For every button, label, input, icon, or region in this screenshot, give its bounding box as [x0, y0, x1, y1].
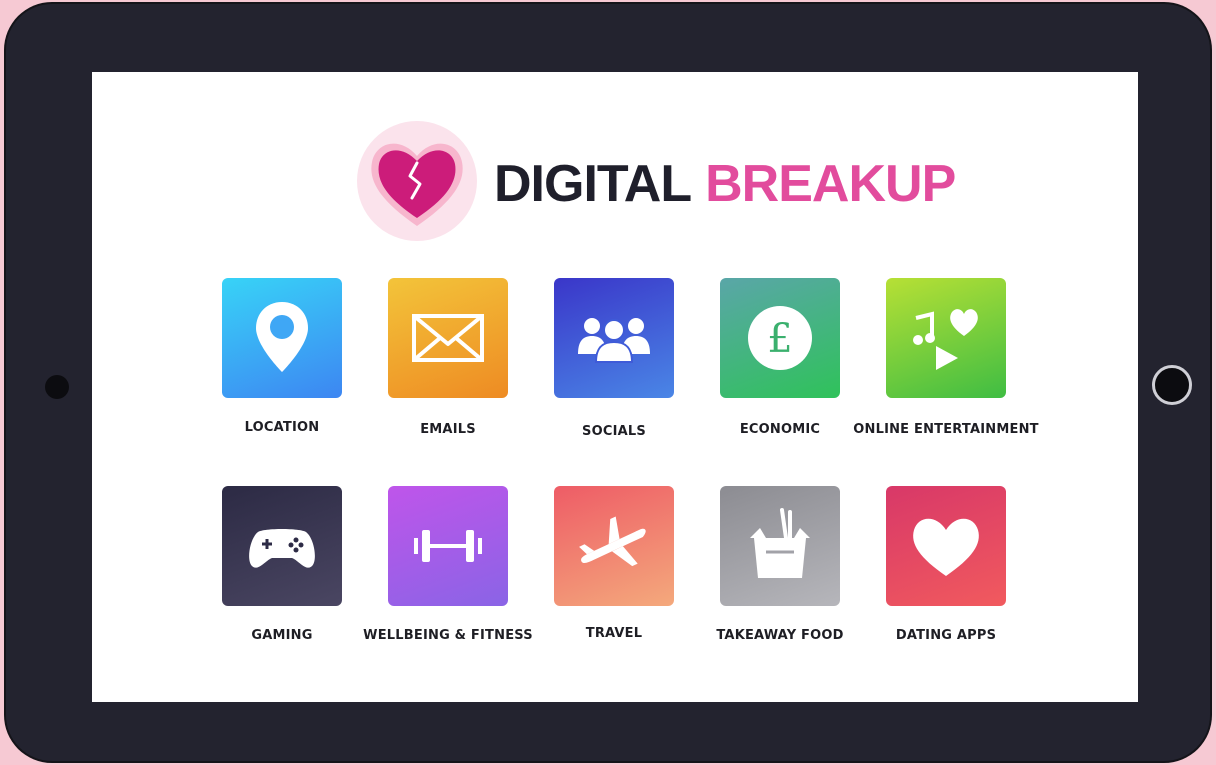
- tablet-frame: DIGITAL BREAKUP LOCATION EMAILS SOCIALS …: [6, 4, 1210, 761]
- takeaway-box-icon: [750, 508, 810, 578]
- screen: DIGITAL BREAKUP LOCATION EMAILS SOCIALS …: [92, 72, 1138, 702]
- travel-tile[interactable]: [554, 486, 674, 606]
- economic-tile[interactable]: £: [720, 278, 840, 398]
- socials-tile[interactable]: [554, 278, 674, 398]
- camera-icon: [45, 375, 69, 399]
- dumbbell-icon: [414, 530, 482, 562]
- airplane-icon: [579, 516, 646, 567]
- envelope-icon: [412, 314, 484, 362]
- svg-text:£: £: [767, 316, 792, 362]
- logo-word-breakup: BREAKUP: [705, 155, 956, 213]
- location-pin-icon: [256, 302, 308, 372]
- dating-apps-label[interactable]: DATING APPS: [836, 628, 1056, 643]
- broken-heart-icon: [357, 121, 477, 241]
- gaming-tile[interactable]: [222, 486, 342, 606]
- gamepad-icon: [249, 529, 315, 568]
- heart-icon: [913, 518, 979, 576]
- group-icon: [578, 318, 650, 363]
- location-tile[interactable]: [222, 278, 342, 398]
- wellbeing-fitness-tile[interactable]: [388, 486, 508, 606]
- dating-apps-tile[interactable]: [886, 486, 1006, 606]
- online-entertainment-label[interactable]: ONLINE ENTERTAINMENT: [836, 422, 1056, 437]
- takeaway-food-tile[interactable]: [720, 486, 840, 606]
- emails-tile[interactable]: [388, 278, 508, 398]
- media-icon: [913, 309, 978, 370]
- pound-coin-icon: £: [748, 306, 812, 370]
- app-logo: DIGITAL BREAKUP: [354, 118, 956, 241]
- online-entertainment-tile[interactable]: [886, 278, 1006, 398]
- logo-word-digital: DIGITAL: [494, 155, 692, 213]
- home-button[interactable]: [1152, 365, 1192, 405]
